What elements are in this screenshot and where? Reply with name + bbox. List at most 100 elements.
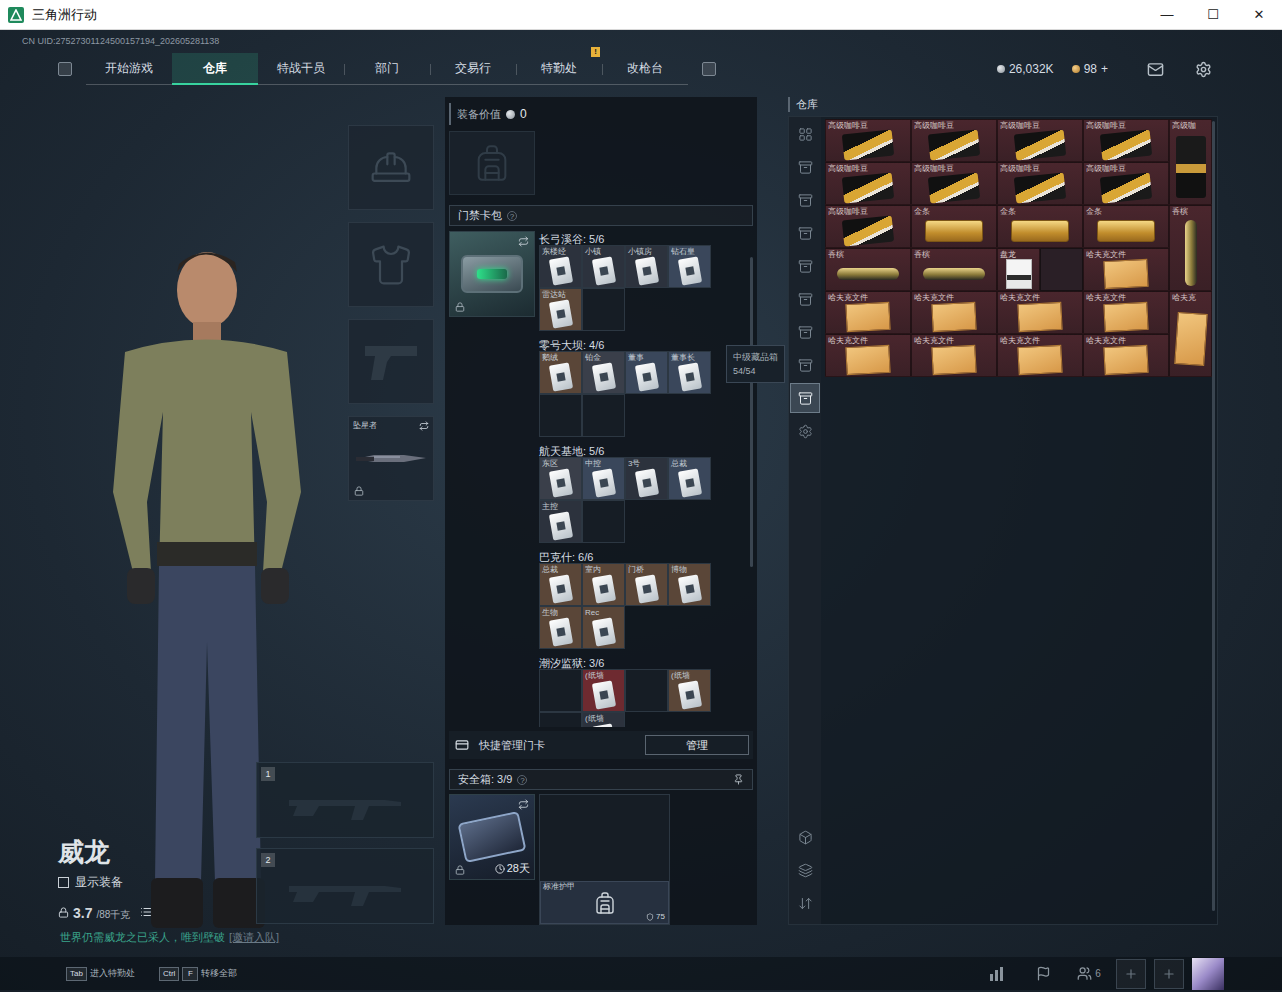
keycard-slot[interactable]: (纸墙 <box>582 669 625 712</box>
warehouse-item[interactable]: 高级咖啡豆 <box>1083 162 1169 205</box>
party-button[interactable]: 6 <box>1070 966 1108 981</box>
sidebar-item[interactable] <box>790 855 820 885</box>
warehouse-item[interactable]: 高级咖啡豆 <box>911 119 997 162</box>
keycard-slot[interactable]: 3号 <box>625 457 668 500</box>
checkbox-box[interactable] <box>58 877 69 888</box>
keycard-slot[interactable]: 东楼经 <box>539 245 582 288</box>
invite-slot[interactable] <box>1154 959 1184 989</box>
keycard-slot[interactable]: 室内 <box>582 563 625 606</box>
equipment-slot[interactable] <box>348 319 434 404</box>
warehouse-item[interactable]: 哈夫克 <box>1169 291 1212 377</box>
warehouse-item[interactable]: 金条 <box>997 205 1083 248</box>
add-currency-button[interactable]: + <box>1101 62 1108 76</box>
warehouse-item[interactable]: 高级咖啡豆 <box>825 205 911 248</box>
nav-tab[interactable]: 特战干员 <box>258 53 344 85</box>
swap-icon[interactable] <box>518 799 529 810</box>
swap-icon[interactable] <box>419 421 429 431</box>
keycard-slot[interactable]: 小镇房 <box>625 245 668 288</box>
warehouse-item[interactable]: 香槟 <box>1169 205 1212 291</box>
key-hint[interactable]: CtrlF转移全部 <box>159 967 237 981</box>
nav-tab[interactable]: 部门 <box>344 53 430 85</box>
warehouse-item[interactable]: 高级咖啡豆 <box>997 162 1083 205</box>
warehouse-item[interactable]: 香槟 <box>825 248 911 291</box>
sidebar-item[interactable] <box>790 383 820 413</box>
sidebar-item[interactable] <box>790 251 820 281</box>
nav-tab[interactable]: 开始游戏 <box>86 53 172 85</box>
safe-box-item[interactable]: 标准护甲75 <box>540 881 669 924</box>
keycard-slot[interactable]: 门桥 <box>625 563 668 606</box>
manage-button[interactable]: 管理 <box>645 735 749 755</box>
keycard-slot[interactable]: 董事长 <box>668 351 711 394</box>
keycard-slot[interactable]: 铂金 <box>582 351 625 394</box>
keycard-slot[interactable]: 雷达站 <box>539 288 582 331</box>
keycard-slot[interactable]: 生物 <box>539 606 582 649</box>
keycard-slot[interactable]: 总裁 <box>539 563 582 606</box>
flag-button[interactable] <box>1024 966 1062 981</box>
swap-icon[interactable] <box>518 236 529 247</box>
backpack-slot[interactable] <box>449 131 535 195</box>
window-control-button[interactable]: — <box>1144 0 1190 29</box>
scrollbar[interactable] <box>750 257 753 567</box>
keycard-slot[interactable]: 董事 <box>625 351 668 394</box>
keycard-slot[interactable]: Rec <box>582 606 625 649</box>
keycard-slot[interactable] <box>539 669 582 712</box>
sidebar-item[interactable] <box>790 284 820 314</box>
warehouse-item[interactable]: 高级咖啡豆 <box>825 119 911 162</box>
sidebar-item[interactable] <box>790 888 820 918</box>
scrollbar[interactable] <box>1212 121 1215 911</box>
keycard-slot[interactable]: 钻石皇 <box>668 245 711 288</box>
keycard-slot[interactable]: 小镇 <box>582 245 625 288</box>
warehouse-item[interactable]: 高级咖啡豆 <box>911 162 997 205</box>
warehouse-item[interactable]: 盘龙 <box>997 248 1040 291</box>
warehouse-item[interactable]: 哈夫克文件 <box>911 334 997 377</box>
equipment-slot[interactable]: 坠星者 <box>348 416 434 501</box>
keycard-slot[interactable] <box>582 394 625 437</box>
player-avatar[interactable] <box>1192 958 1224 990</box>
warehouse-item[interactable]: 哈夫克文件 <box>911 291 997 334</box>
keycard-slot[interactable] <box>625 669 668 712</box>
warehouse-item[interactable]: 高级咖啡豆 <box>825 162 911 205</box>
invite-slot[interactable] <box>1116 959 1146 989</box>
keycard-slot[interactable]: 博物 <box>668 563 711 606</box>
keycard-slot[interactable] <box>539 712 582 727</box>
sidebar-item[interactable] <box>790 218 820 248</box>
nav-tab[interactable]: 交易行 <box>430 53 516 85</box>
list-icon[interactable] <box>140 906 152 918</box>
keycard-case[interactable] <box>449 231 535 317</box>
warehouse-item[interactable]: 高级咖 <box>1169 119 1212 205</box>
sidebar-item[interactable] <box>790 119 820 149</box>
next-tab-key-icon[interactable] <box>702 62 716 76</box>
keycard-slot[interactable] <box>582 288 625 331</box>
warehouse-item[interactable]: 高级咖啡豆 <box>997 119 1083 162</box>
keycard-slot[interactable] <box>582 500 625 543</box>
pin-icon[interactable] <box>733 774 744 785</box>
warehouse-item[interactable]: 香槟 <box>911 248 997 291</box>
weapon-slot[interactable]: 2 <box>256 848 434 924</box>
keycard-slot[interactable]: 鹅绒 <box>539 351 582 394</box>
warehouse-item[interactable]: 金条 <box>911 205 997 248</box>
keycard-slot[interactable]: 中控 <box>582 457 625 500</box>
warehouse-item[interactable]: 哈夫克文件 <box>825 291 911 334</box>
warehouse-item[interactable]: 哈夫克文件 <box>997 291 1083 334</box>
keycard-slot[interactable]: 总裁 <box>668 457 711 500</box>
window-control-button[interactable]: ✕ <box>1236 0 1282 29</box>
previous-tab-key-icon[interactable] <box>58 62 72 76</box>
equipment-slot[interactable] <box>348 125 434 210</box>
stats-button[interactable] <box>978 967 1016 981</box>
equipment-slot[interactable] <box>348 222 434 307</box>
nav-tab[interactable]: 仓库 <box>172 53 258 85</box>
warehouse-item[interactable]: 哈夫克文件 <box>997 334 1083 377</box>
warehouse-item[interactable]: 哈夫克文件 <box>1083 291 1169 334</box>
warehouse-item[interactable]: 哈夫克文件 <box>1083 334 1169 377</box>
warehouse-item[interactable]: 金条 <box>1083 205 1169 248</box>
keycard-slot[interactable]: (纸墙 <box>582 712 625 727</box>
keycard-slot[interactable]: (纸墙 <box>668 669 711 712</box>
key-hint[interactable]: Tab进入特勤处 <box>66 967 135 981</box>
warehouse-item[interactable]: 哈夫克文件 <box>825 334 911 377</box>
help-mark[interactable]: ? <box>507 211 517 221</box>
sidebar-item[interactable] <box>790 317 820 347</box>
sidebar-item[interactable]: 中级藏品箱54/54 <box>790 350 820 380</box>
window-control-button[interactable]: ☐ <box>1190 0 1236 29</box>
nav-tab[interactable]: 特勤处! <box>516 53 602 85</box>
show-equipment-checkbox[interactable]: 显示装备 <box>58 874 256 891</box>
